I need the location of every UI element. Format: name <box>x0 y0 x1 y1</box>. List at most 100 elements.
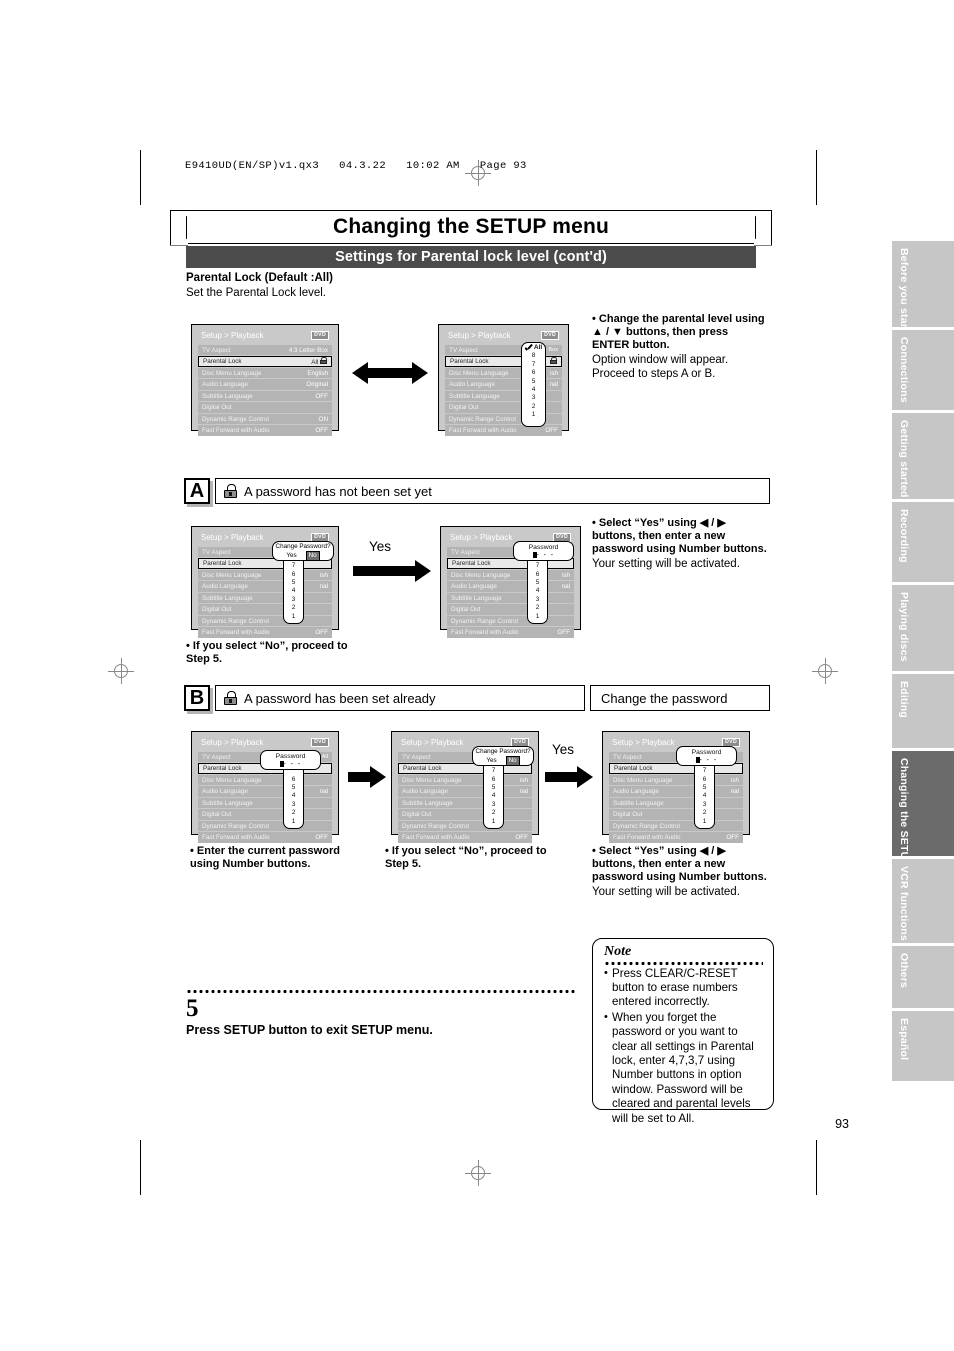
option-item[interactable]: 6 <box>536 571 540 579</box>
menu-row[interactable]: Fast Forward with Audio OFF <box>445 425 562 436</box>
sidebar-tab-playing-discs[interactable]: Playing discs <box>892 585 954 671</box>
sidebar-tab-others[interactable]: Others <box>892 946 954 1008</box>
password-dialog-field[interactable]: - - - <box>514 552 573 560</box>
option-item[interactable]: 2 <box>532 403 536 411</box>
option-item[interactable]: 2 <box>292 604 296 612</box>
option-item[interactable]: 7 <box>536 562 540 570</box>
sidebar-tab-changing-the-setup-menu[interactable]: Changing the SETUP menu <box>892 751 954 898</box>
option-item-selected[interactable]: All <box>525 344 542 352</box>
menu-row[interactable]: Subtitle Language <box>198 797 332 809</box>
option-item[interactable]: 4 <box>532 386 536 394</box>
option-item[interactable]: 1 <box>703 818 707 826</box>
option-item[interactable]: 1 <box>492 818 496 826</box>
menu-row[interactable]: Fast Forward with Audio OFF <box>198 832 332 843</box>
menu-row[interactable]: Digital Out <box>198 809 332 820</box>
menu-row[interactable]: Audio Language nal <box>198 786 332 797</box>
option-item[interactable]: 7 <box>703 767 707 775</box>
dialog-yes-button[interactable]: Yes <box>486 757 496 764</box>
menu-row[interactable]: Audio Language nal <box>447 581 574 592</box>
parental-level-option-list-partial[interactable]: 7 6 5 4 3 2 1 <box>527 552 548 624</box>
menu-row[interactable]: Subtitle Language <box>609 797 743 809</box>
parental-level-option-list-partial[interactable]: 7 6 5 4 3 2 1 <box>283 552 304 624</box>
menu-row[interactable]: Fast Forward with Audio OFF <box>198 627 332 638</box>
menu-row[interactable]: Dynamic Range Control <box>609 820 743 832</box>
parental-level-option-list[interactable]: All 8 7 6 5 4 3 2 1 <box>521 342 546 427</box>
option-item[interactable]: 6 <box>292 571 296 579</box>
option-item[interactable]: 2 <box>492 809 496 817</box>
option-item[interactable]: 5 <box>492 784 496 792</box>
option-item[interactable]: 3 <box>703 801 707 809</box>
option-item[interactable]: 5 <box>292 784 296 792</box>
menu-row[interactable]: Dynamic Range Control <box>398 820 532 832</box>
option-item[interactable]: 6 <box>703 776 707 784</box>
option-item[interactable]: 3 <box>292 596 296 604</box>
option-item[interactable]: 4 <box>292 792 296 800</box>
option-item[interactable]: 1 <box>536 613 540 621</box>
option-item[interactable]: 6 <box>292 776 296 784</box>
password-entry-dialog[interactable]: Password - - - <box>513 541 574 561</box>
dialog-yes-button[interactable]: Yes <box>286 552 296 559</box>
menu-row[interactable]: Disc Menu Language ish <box>198 569 332 581</box>
menu-row[interactable]: Subtitle Language <box>398 797 532 809</box>
sidebar-tab-editing[interactable]: Editing <box>892 674 954 748</box>
option-item[interactable]: 1 <box>292 613 296 621</box>
dialog-no-button[interactable]: No <box>505 756 520 766</box>
menu-row[interactable]: Fast Forward with Audio OFF <box>609 832 743 843</box>
option-item[interactable]: 8 <box>532 352 536 360</box>
menu-row[interactable]: Digital Out <box>447 604 574 615</box>
option-item[interactable]: 4 <box>292 587 296 595</box>
menu-row[interactable]: Fast Forward with Audio OFF <box>198 425 332 436</box>
password-entry-dialog[interactable]: Password - - - <box>260 750 321 770</box>
menu-row[interactable]: Disc Menu Language ish <box>609 774 743 786</box>
option-item[interactable]: 3 <box>492 801 496 809</box>
option-item[interactable]: 4 <box>492 792 496 800</box>
menu-row[interactable]: Digital Out <box>398 809 532 820</box>
menu-row[interactable]: Disc Menu Language ish <box>398 774 532 786</box>
option-item[interactable]: 3 <box>536 596 540 604</box>
dialog-no-button[interactable]: No <box>305 551 320 561</box>
menu-row[interactable]: Disc Menu Language ish <box>447 569 574 581</box>
menu-row[interactable]: Fast Forward with Audio OFF <box>398 832 532 843</box>
option-item[interactable]: 7 <box>292 562 296 570</box>
option-item[interactable]: 5 <box>703 784 707 792</box>
menu-row[interactable]: Disc Menu Language <box>198 774 332 786</box>
option-item[interactable]: 2 <box>536 604 540 612</box>
option-item[interactable]: 5 <box>292 579 296 587</box>
menu-row[interactable]: Subtitle Language <box>198 592 332 604</box>
option-item[interactable]: 2 <box>703 809 707 817</box>
menu-row[interactable]: Audio Language Original <box>198 379 332 390</box>
menu-row[interactable]: Digital Out <box>198 402 332 413</box>
sidebar-tab-espanol[interactable]: Español <box>892 1011 954 1081</box>
password-dialog-field[interactable]: - - - <box>677 757 736 765</box>
menu-row[interactable]: Dynamic Range Control <box>198 615 332 627</box>
menu-row[interactable]: Digital Out <box>198 604 332 615</box>
sidebar-tab-getting-started[interactable]: Getting started <box>892 413 954 499</box>
menu-row[interactable]: Audio Language nal <box>398 786 532 797</box>
change-password-dialog[interactable]: Change Password? Yes No <box>472 746 534 766</box>
parental-level-option-list-partial[interactable]: 7 6 5 4 3 2 1 <box>483 757 504 829</box>
menu-row[interactable]: Digital Out <box>609 809 743 820</box>
option-item[interactable]: 5 <box>532 378 536 386</box>
option-item[interactable]: 1 <box>292 818 296 826</box>
parental-level-option-list-partial[interactable]: 7 6 5 4 3 2 1 <box>694 757 715 829</box>
menu-row[interactable]: Subtitle Language OFF <box>198 390 332 402</box>
option-item[interactable]: 2 <box>292 809 296 817</box>
menu-row[interactable]: Dynamic Range Control <box>198 820 332 832</box>
sidebar-tab-before-you-start[interactable]: Before you start <box>892 241 954 332</box>
menu-row[interactable]: Fast Forward with Audio OFF <box>447 627 574 638</box>
menu-row[interactable]: Disc Menu Language English <box>198 367 332 379</box>
menu-row[interactable]: Audio Language nal <box>198 581 332 592</box>
option-item[interactable]: 3 <box>292 801 296 809</box>
option-item[interactable]: 6 <box>532 369 536 377</box>
option-item[interactable]: 4 <box>536 587 540 595</box>
menu-row[interactable]: Dynamic Range Control <box>447 615 574 627</box>
option-item[interactable]: 7 <box>532 361 536 369</box>
option-item[interactable]: 7 <box>492 767 496 775</box>
password-entry-dialog[interactable]: Password - - - <box>676 746 737 766</box>
option-item[interactable]: 1 <box>532 411 536 419</box>
menu-row[interactable]: Subtitle Language <box>447 592 574 604</box>
menu-row[interactable]: TV Aspect 4:3 Letter Box <box>198 345 332 356</box>
sidebar-tab-recording[interactable]: Recording <box>892 502 954 582</box>
menu-row[interactable]: Audio Language nal <box>609 786 743 797</box>
option-item[interactable]: 3 <box>532 394 536 402</box>
